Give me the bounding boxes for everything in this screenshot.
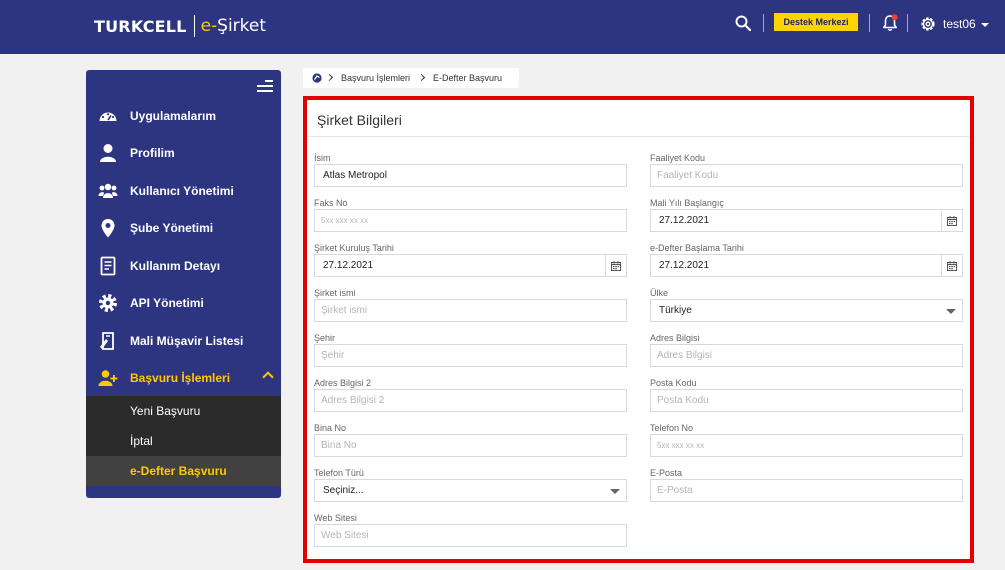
user-name[interactable]: test06	[943, 17, 976, 31]
calendar-icon[interactable]	[605, 255, 626, 276]
sidebar-item-label: Şube Yönetimi	[130, 220, 214, 235]
submenu-item-edefter-basvuru[interactable]: e-Defter Başvuru	[86, 456, 281, 486]
sidebar-item-label: Kullanıcı Yönetimi	[130, 183, 234, 198]
sidebar-item-mali-musavir-listesi[interactable]: Mali Müşavir Listesi	[86, 322, 281, 359]
country-select[interactable]: Türkiye	[650, 299, 963, 322]
fiscal-year-start-input[interactable]: 27.12.2021	[650, 209, 963, 232]
caret-down-icon	[610, 489, 620, 494]
field-label: Telefon No	[650, 423, 694, 433]
fax-input[interactable]: 5xx xxx xx xx	[314, 209, 627, 232]
brand-logo[interactable]: TURKCELL e-Şirket	[94, 15, 266, 37]
company-name-input[interactable]: Şirket ismi	[314, 299, 627, 322]
sidebar-item-uygulamalarim[interactable]: Uygulamalarım	[86, 97, 281, 134]
field-label: e-Defter Başlama Tarihi	[650, 243, 744, 253]
home-icon[interactable]	[312, 73, 322, 83]
chevron-down-icon[interactable]	[981, 23, 989, 27]
activity-code-input[interactable]: Faaliyet Kodu	[650, 164, 963, 187]
sidebar-item-label: Profilim	[130, 145, 175, 160]
map-pin-icon	[101, 218, 115, 237]
divider	[763, 14, 764, 32]
field-label: Mali Yılı Başlangıç	[650, 198, 724, 208]
brand-divider	[193, 15, 195, 37]
cog-icon	[99, 293, 117, 312]
chevron-up-icon[interactable]	[262, 371, 274, 383]
date-value: 27.12.2021	[659, 260, 710, 271]
menu-toggle-icon[interactable]	[257, 80, 273, 93]
website-input[interactable]: Web Sitesi	[314, 524, 627, 547]
sidebar: Uygulamalarım Profilim Kullanıcı Yönetim…	[86, 70, 281, 498]
building-no-input[interactable]: Bina No	[314, 434, 627, 457]
document-icon	[100, 256, 116, 275]
user-add-icon	[98, 369, 118, 386]
field-label: Ülke	[650, 288, 669, 298]
bell-icon[interactable]	[882, 14, 898, 32]
company-info-panel: Şirket Bilgileri İsim Atlas Metropol Faa…	[303, 96, 974, 563]
brand-main: TURKCELL	[94, 16, 187, 36]
date-value: 27.12.2021	[659, 215, 710, 226]
breadcrumb: Başvuru İşlemleri E-Defter Başvuru	[303, 68, 519, 88]
founding-date-input[interactable]: 27.12.2021	[314, 254, 627, 277]
caret-down-icon	[946, 309, 956, 314]
field-label: E-Posta	[650, 468, 683, 478]
divider	[907, 14, 908, 32]
sidebar-item-label: Kullanım Detayı	[130, 258, 221, 273]
sidebar-item-kullanim-detayi[interactable]: Kullanım Detayı	[86, 247, 281, 284]
users-icon	[98, 183, 118, 198]
sidebar-item-kullanici-yonetimi[interactable]: Kullanıcı Yönetimi	[86, 172, 281, 209]
sidebar-item-label: Mali Müşavir Listesi	[130, 333, 244, 348]
field-label: Adres Bilgisi 2	[314, 378, 372, 388]
divider	[307, 136, 970, 137]
support-center-button[interactable]: Destek Merkezi	[774, 13, 858, 31]
field-label: Posta Kodu	[650, 378, 697, 388]
sidebar-item-api-yonetimi[interactable]: API Yönetimi	[86, 284, 281, 321]
edefter-start-date-input[interactable]: 27.12.2021	[650, 254, 963, 277]
calendar-icon[interactable]	[941, 255, 962, 276]
top-navbar: TURKCELL e-Şirket Destek Merkezi test06	[0, 0, 1005, 54]
search-icon[interactable]	[735, 15, 751, 31]
field-label: Adres Bilgisi	[650, 333, 700, 343]
sidebar-item-basvuru-islemleri[interactable]: Başvuru İşlemleri	[86, 359, 281, 396]
email-input[interactable]: E-Posta	[650, 479, 963, 502]
address-input[interactable]: Adres Bilgisi	[650, 344, 963, 367]
submenu-item-yeni-basvuru[interactable]: Yeni Başvuru	[86, 396, 281, 426]
submenu-item-iptal[interactable]: İptal	[86, 426, 281, 456]
select-value: Seçiniz...	[323, 485, 364, 496]
field-label: Bina No	[314, 423, 347, 433]
sidebar-item-label: API Yönetimi	[130, 295, 204, 310]
dashboard-icon	[99, 112, 117, 121]
chevron-right-icon	[417, 73, 426, 82]
field-label: Faaliyet Kodu	[650, 153, 706, 163]
sidebar-item-label: Başvuru İşlemleri	[130, 370, 231, 385]
date-value: 27.12.2021	[323, 260, 374, 271]
panel-title: Şirket Bilgileri	[317, 112, 402, 128]
phone-input[interactable]: 5xx xxx xx xx	[650, 434, 963, 457]
submenu: Yeni Başvuru İptal e-Defter Başvuru	[86, 396, 281, 486]
gear-icon[interactable]	[919, 15, 937, 33]
calendar-icon[interactable]	[941, 210, 962, 231]
field-label: Telefon Türü	[314, 468, 364, 478]
field-label: Faks No	[314, 198, 348, 208]
field-label: İsim	[314, 153, 331, 163]
breadcrumb-current: E-Defter Başvuru	[433, 73, 503, 83]
field-label: Şirket ismi	[314, 288, 356, 298]
contract-icon	[100, 331, 114, 350]
user-icon	[100, 143, 116, 162]
field-label: Şehir	[314, 333, 336, 343]
select-value: Türkiye	[659, 305, 692, 316]
sidebar-item-profilim[interactable]: Profilim	[86, 134, 281, 171]
city-input[interactable]: Şehir	[314, 344, 627, 367]
field-label: Web Sitesi	[314, 513, 357, 523]
name-input[interactable]: Atlas Metropol	[314, 164, 627, 187]
sidebar-item-sube-yonetimi[interactable]: Şube Yönetimi	[86, 209, 281, 246]
chevron-right-icon	[325, 73, 334, 82]
field-label: Şirket Kuruluş Tarihi	[314, 243, 394, 253]
postal-code-input[interactable]: Posta Kodu	[650, 389, 963, 412]
brand-sub: e-Şirket	[200, 16, 267, 36]
phone-type-select[interactable]: Seçiniz...	[314, 479, 627, 502]
sidebar-item-label: Uygulamalarım	[130, 108, 217, 123]
breadcrumb-link[interactable]: Başvuru İşlemleri	[341, 73, 410, 83]
divider	[869, 14, 870, 32]
address2-input[interactable]: Adres Bilgisi 2	[314, 389, 627, 412]
